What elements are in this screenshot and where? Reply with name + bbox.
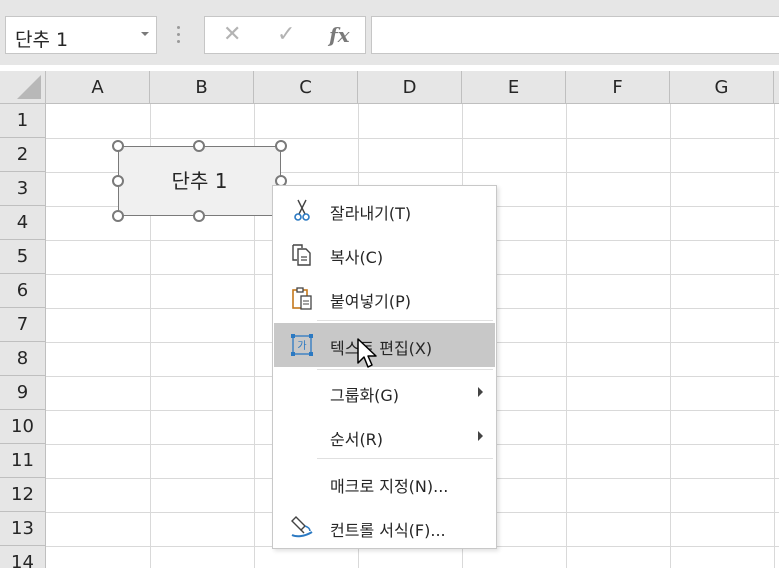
column-header-g[interactable]: G xyxy=(670,71,774,104)
menu-item-cut[interactable]: 잘라내기(T) xyxy=(274,188,495,232)
row-header-3[interactable]: 3 xyxy=(0,172,46,206)
select-all-corner[interactable] xyxy=(0,71,46,104)
resize-handle-top-right[interactable] xyxy=(275,140,287,152)
menu-item-label: 매크로 지정(N)... xyxy=(330,477,449,496)
resize-handle-left[interactable] xyxy=(112,175,124,187)
row-header-12[interactable]: 12 xyxy=(0,478,46,512)
formula-buttons: ✕ ✓ fx xyxy=(204,16,366,54)
menu-item-label: 컨트롤 서식(F)... xyxy=(330,521,446,540)
column-header-c[interactable]: C xyxy=(254,71,358,104)
edit-text-icon: 가 xyxy=(291,334,313,356)
column-header-h[interactable] xyxy=(774,71,779,104)
copy-icon xyxy=(292,244,311,266)
name-box-value: 단추 1 xyxy=(15,29,69,51)
row-header-4[interactable]: 4 xyxy=(0,206,46,240)
name-box[interactable]: 단추 1 xyxy=(5,16,157,54)
row-header-2[interactable]: 2 xyxy=(0,138,46,172)
row-header-7[interactable]: 7 xyxy=(0,308,46,342)
menu-item-label: 잘라내기(T) xyxy=(330,204,412,223)
menu-item-label: 붙여넣기(P) xyxy=(330,292,412,311)
row-header-1[interactable]: 1 xyxy=(0,104,46,138)
row-header-6[interactable]: 6 xyxy=(0,274,46,308)
row-header-8[interactable]: 8 xyxy=(0,342,46,376)
menu-separator xyxy=(317,320,493,321)
mouse-pointer-icon xyxy=(357,338,377,368)
column-header-f[interactable]: F xyxy=(566,71,670,104)
svg-text:가: 가 xyxy=(297,340,306,352)
row-header-11[interactable]: 11 xyxy=(0,444,46,478)
formula-bar-grip[interactable] xyxy=(177,26,181,46)
menu-item-copy[interactable]: 복사(C) xyxy=(274,232,495,276)
menu-item-edit-text[interactable]: 가 텍스트 편집(X) xyxy=(274,323,495,367)
menu-item-paste[interactable]: 붙여넣기(P) xyxy=(274,276,495,320)
submenu-arrow-icon xyxy=(478,387,483,397)
format-control-icon xyxy=(291,516,313,538)
row-header-14[interactable]: 14 xyxy=(0,546,46,568)
form-control-button[interactable]: 단추 1 xyxy=(118,146,281,216)
chevron-down-icon[interactable] xyxy=(141,32,149,36)
resize-handle-top[interactable] xyxy=(193,140,205,152)
menu-item-group[interactable]: 그룹화(G) xyxy=(274,370,495,414)
column-header-d[interactable]: D xyxy=(358,71,462,104)
cancel-icon[interactable]: ✕ xyxy=(223,23,241,47)
menu-item-label: 순서(R) xyxy=(330,430,384,449)
row-header-9[interactable]: 9 xyxy=(0,376,46,410)
menu-item-order[interactable]: 순서(R) xyxy=(274,414,495,458)
enter-icon[interactable]: ✓ xyxy=(277,23,295,47)
scissors-icon xyxy=(294,199,310,221)
menu-separator xyxy=(317,458,493,459)
menu-item-assign-macro[interactable]: 매크로 지정(N)... xyxy=(274,461,495,505)
select-all-triangle-icon xyxy=(17,75,41,99)
formula-input[interactable] xyxy=(371,16,779,54)
submenu-arrow-icon xyxy=(478,431,483,441)
menu-item-label: 그룹화(G) xyxy=(330,386,400,405)
row-header-13[interactable]: 13 xyxy=(0,512,46,546)
row-header-5[interactable]: 5 xyxy=(0,240,46,274)
insert-function-icon[interactable]: fx xyxy=(329,23,350,47)
column-header-e[interactable]: E xyxy=(462,71,566,104)
resize-handle-bottom-left[interactable] xyxy=(112,210,124,222)
paste-icon xyxy=(292,287,312,310)
menu-item-label: 복사(C) xyxy=(330,248,384,267)
formula-bar: 단추 1 ✕ ✓ fx xyxy=(0,0,779,65)
resize-handle-bottom[interactable] xyxy=(193,210,205,222)
column-header-b[interactable]: B xyxy=(150,71,254,104)
context-menu: 잘라내기(T) 복사(C) 붙여넣기(P) 가 텍스트 편집(X) 그룹화(G)… xyxy=(272,185,497,549)
resize-handle-top-left[interactable] xyxy=(112,140,124,152)
menu-item-format-control[interactable]: 컨트롤 서식(F)... xyxy=(274,505,495,549)
column-header-a[interactable]: A xyxy=(46,71,150,104)
menu-item-label: 텍스트 편집(X) xyxy=(330,339,433,358)
row-header-10[interactable]: 10 xyxy=(0,410,46,444)
